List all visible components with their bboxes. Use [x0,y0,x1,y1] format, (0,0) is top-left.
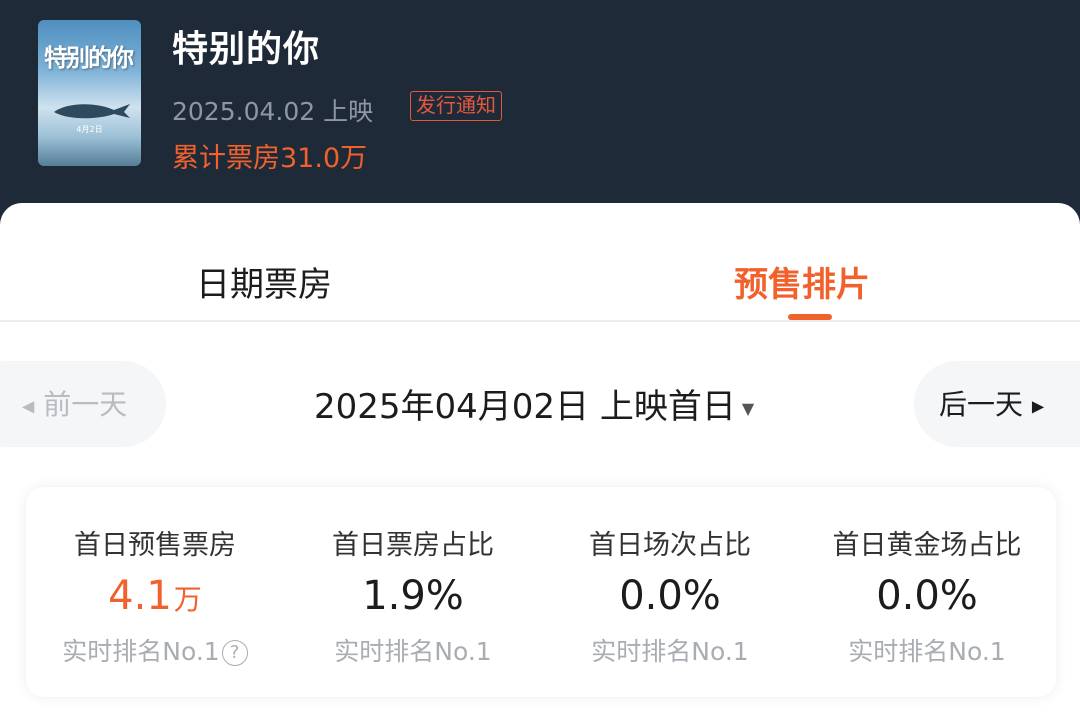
next-day-text: 后一天 [939,388,1024,421]
stat-value: 4.1万 [26,573,284,619]
stat-number: 4.1 [108,573,172,619]
tab-presale-schedule[interactable]: 预售排片 [734,257,870,306]
stat-value: 0.0% [619,573,721,619]
release-date: 2025.04.02 上映 [172,97,374,126]
stat-screening-share: 首日场次占比 0.0% 实时排名No.1 [541,487,799,697]
content-card: 日期票房 预售排片 ◀ 前一天 2025年04月02日 上映首日 ▼ 后一天 ▶ … [0,203,1080,719]
stat-presale-box-office: 首日预售票房 4.1万 实时排名No.1? [26,487,284,697]
movie-poster[interactable]: 特别的你 4月2日 [38,20,141,166]
whale-illustration [54,104,130,119]
stat-rank: 实时排名No.1 [334,637,492,666]
stat-rank-text: 实时排名No.1 [62,637,220,666]
movie-header: 特别的你 4月2日 特别的你 2025.04.02 上映 发行通知 累计票房31… [0,0,1080,215]
tab-divider [0,320,1080,322]
stat-value: 0.0% [876,573,978,619]
current-date: 2025年04月02日 上映首日 [314,387,736,427]
tab-date-box-office[interactable]: 日期票房 [196,257,332,306]
next-day-label: 后一天 ▶ [939,383,1044,423]
stat-label: 首日场次占比 [589,530,751,561]
poster-date: 4月2日 [76,125,103,134]
stats-panel: 首日预售票房 4.1万 实时排名No.1? 首日票房占比 1.9% 实时排名No… [26,487,1056,697]
stat-rank: 实时排名No.1? [26,632,284,668]
stat-label: 首日预售票房 [74,530,236,561]
prev-day-text: 前一天 [43,388,128,421]
stat-box-office-share: 首日票房占比 1.9% 实时排名No.1 [284,487,542,697]
arrow-left-icon: ◀ [22,396,35,416]
date-selector[interactable]: 2025年04月02日 上映首日 ▼ [314,379,754,428]
movie-title: 特别的你 [172,29,321,70]
poster-title: 特别的你 [44,44,134,72]
stat-golden-screening-share: 首日黄金场占比 0.0% 实时排名No.1 [798,487,1056,697]
stat-label: 首日黄金场占比 [832,530,1022,561]
prev-day-label: ◀ 前一天 [22,383,127,423]
stat-rank: 实时排名No.1 [848,637,1006,666]
release-notice-badge[interactable]: 发行通知 [410,91,502,121]
stat-rank: 实时排名No.1 [591,637,749,666]
stat-value: 1.9% [362,573,464,619]
stat-unit: 万 [173,583,202,616]
help-icon[interactable]: ? [221,640,248,666]
dropdown-arrow-icon: ▼ [741,399,755,418]
arrow-right-icon: ▶ [1031,396,1045,416]
total-box-office: 累计票房31.0万 [172,143,368,174]
stat-label: 首日票房占比 [332,530,494,561]
